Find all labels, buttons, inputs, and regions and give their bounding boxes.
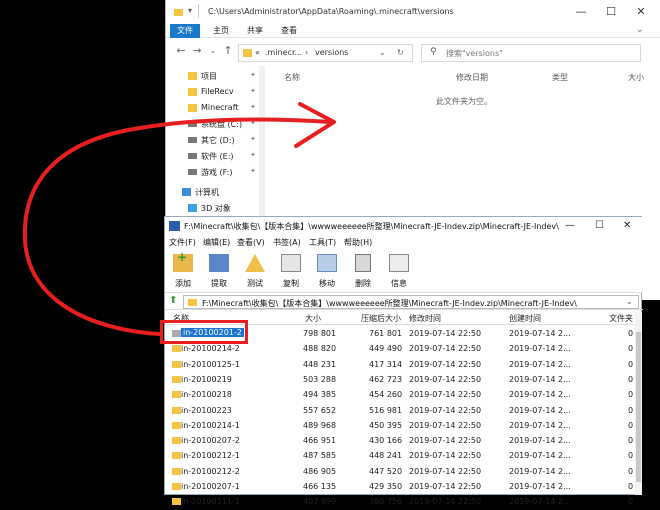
folder-icon: [172, 498, 181, 506]
file-created: 2019-07-14 2...: [509, 497, 571, 507]
file-name: in-20100111-1: [181, 497, 240, 507]
file-packed: 380 756: [369, 497, 403, 507]
file-size: 407 899: [303, 497, 337, 507]
red-annotation-arrow: [22, 102, 336, 336]
file-folders: 0: [628, 497, 634, 507]
table-row[interactable]: in-20100111-1 407 899 380 756 2019-07-14…: [165, 494, 635, 509]
file-modified: 2019-07-14 22:50: [409, 497, 482, 507]
